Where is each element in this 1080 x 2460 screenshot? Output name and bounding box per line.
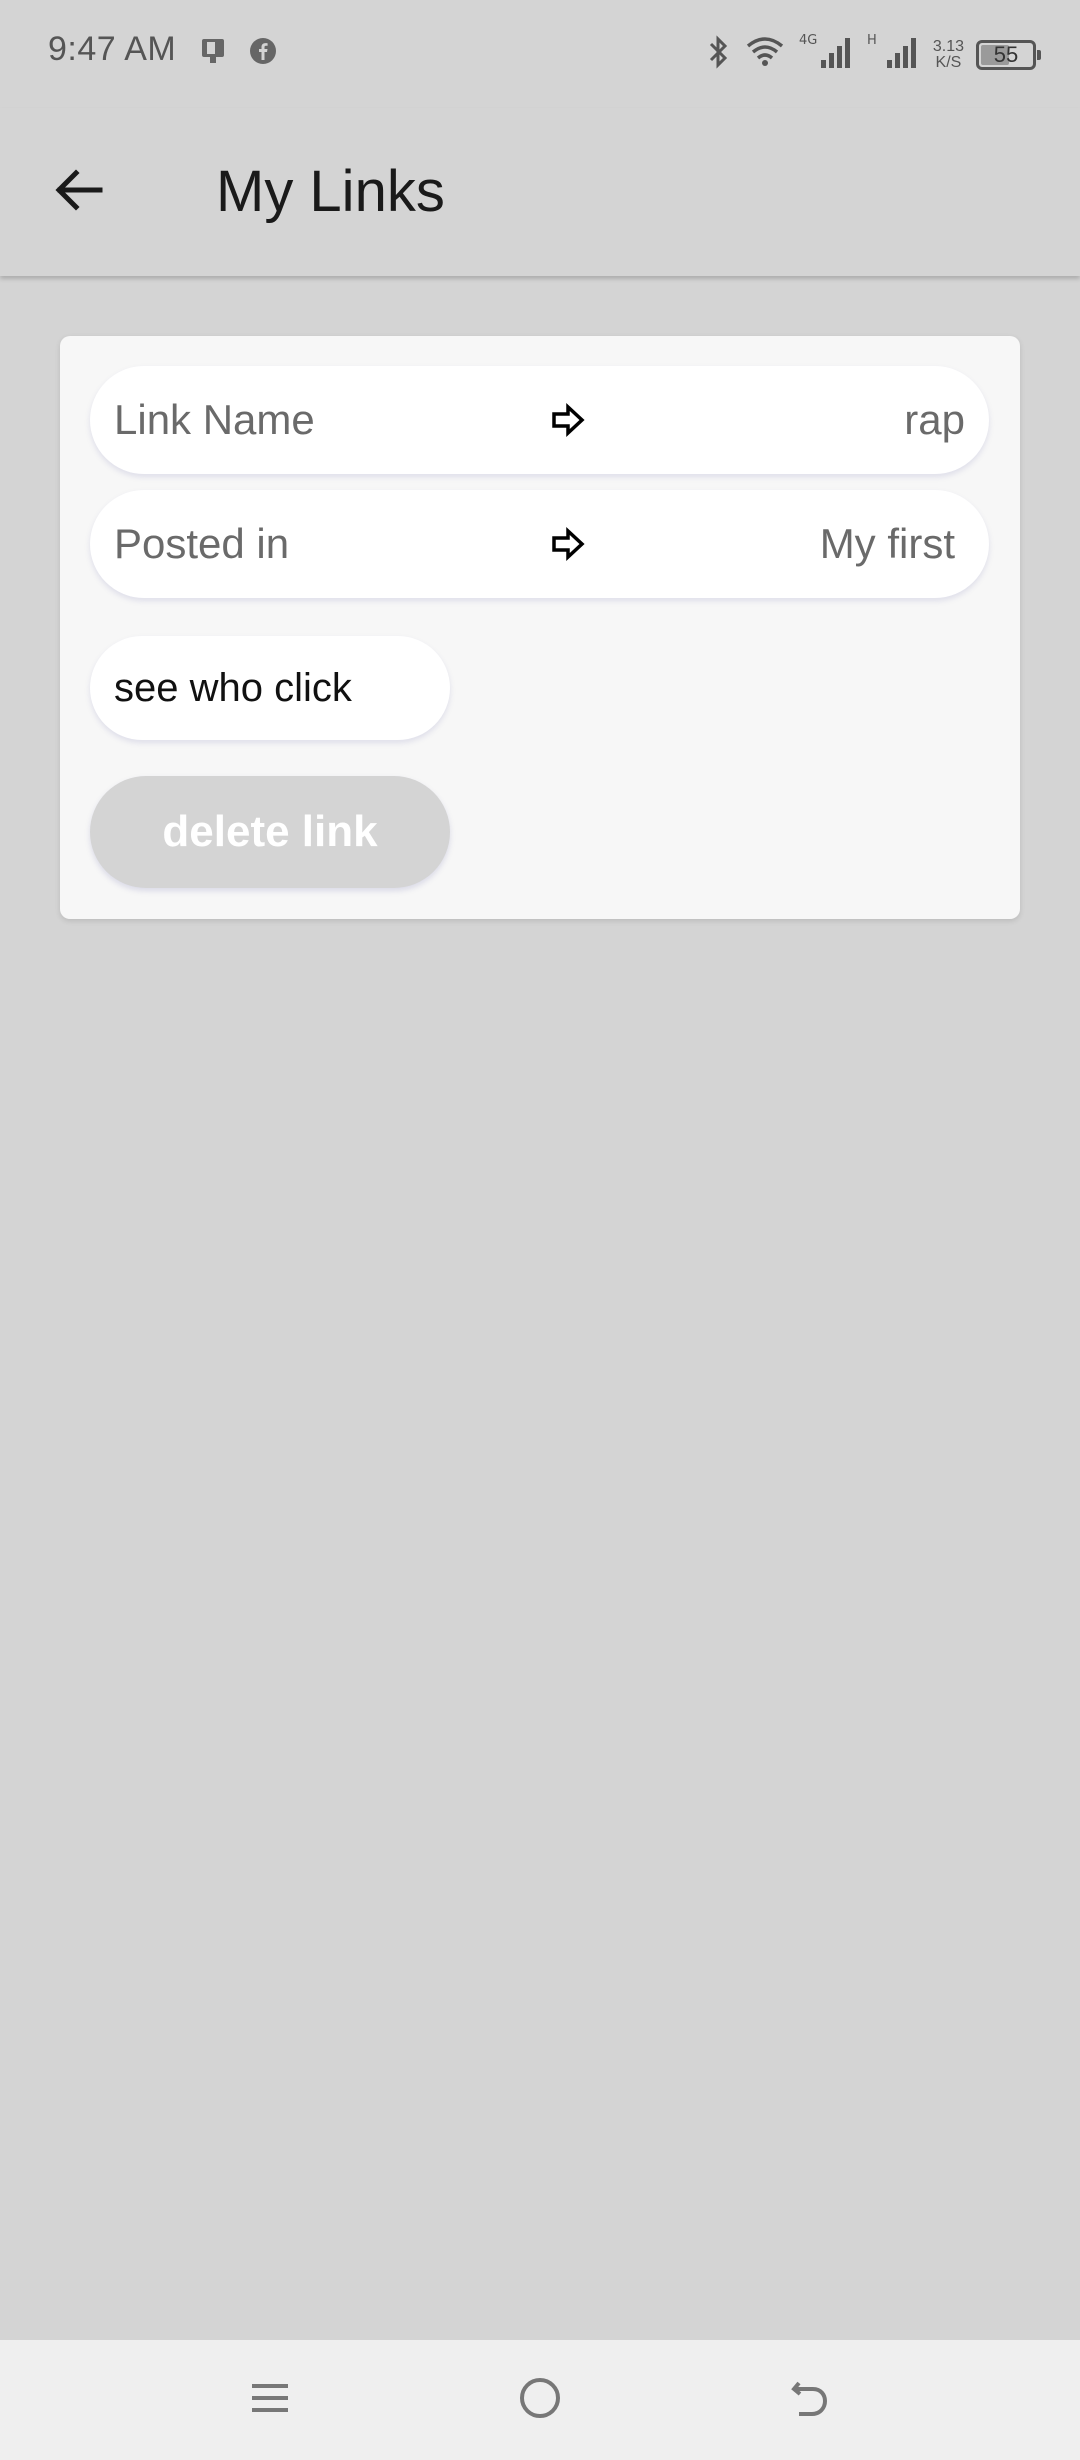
- battery-icon: 55: [976, 39, 1041, 70]
- wifi-icon: [745, 34, 785, 75]
- bluetooth-icon: [703, 34, 733, 75]
- link-card: Link Name rap Posted in My first see who…: [60, 336, 1020, 919]
- battery-level: 55: [993, 41, 1019, 67]
- status-time: 9:47 AM: [48, 30, 177, 68]
- link-name-value: rap: [904, 396, 965, 443]
- arrow-right-outline-icon: [546, 398, 590, 442]
- link-name-label: Link Name: [114, 396, 315, 443]
- posted-in-label: Posted in: [114, 520, 290, 567]
- svg-text:H: H: [867, 33, 877, 48]
- menu-icon: [248, 2376, 292, 2425]
- signal-4g-icon: 4G: [797, 32, 853, 77]
- see-who-click-button[interactable]: see who click: [90, 636, 450, 740]
- nav-home-button[interactable]: [510, 2370, 570, 2430]
- facebook-icon: [248, 36, 278, 71]
- app-bar: My Links: [0, 108, 1080, 276]
- back-icon: [787, 2375, 833, 2426]
- net-speed-unit: K/S: [935, 53, 962, 71]
- net-speed: 3.13 K/S: [932, 37, 964, 71]
- svg-text:4G: 4G: [799, 33, 817, 48]
- navigation-bar: [0, 2340, 1080, 2460]
- nav-menu-button[interactable]: [240, 2370, 300, 2430]
- signal-h-icon: H: [865, 32, 921, 77]
- status-left-icons: [198, 36, 278, 71]
- net-speed-value: 3.13: [932, 37, 964, 55]
- link-name-row[interactable]: Link Name rap: [90, 366, 989, 474]
- status-bar: 9:47 AM 4G H 3.13 K/S 55: [0, 0, 1080, 108]
- delete-link-button[interactable]: delete link: [90, 776, 450, 888]
- back-button[interactable]: [46, 160, 110, 224]
- posted-in-row[interactable]: Posted in My first: [90, 490, 989, 598]
- posted-in-value: My first: [819, 520, 955, 567]
- arrow-right-outline-icon: [546, 522, 590, 566]
- sim-card-icon: [198, 36, 228, 71]
- nav-back-button[interactable]: [780, 2370, 840, 2430]
- home-icon: [517, 2375, 563, 2426]
- page-title: My Links: [216, 159, 445, 224]
- status-right-icons: 4G H 3.13 K/S 55: [703, 32, 1041, 77]
- back-arrow-icon: [50, 162, 106, 223]
